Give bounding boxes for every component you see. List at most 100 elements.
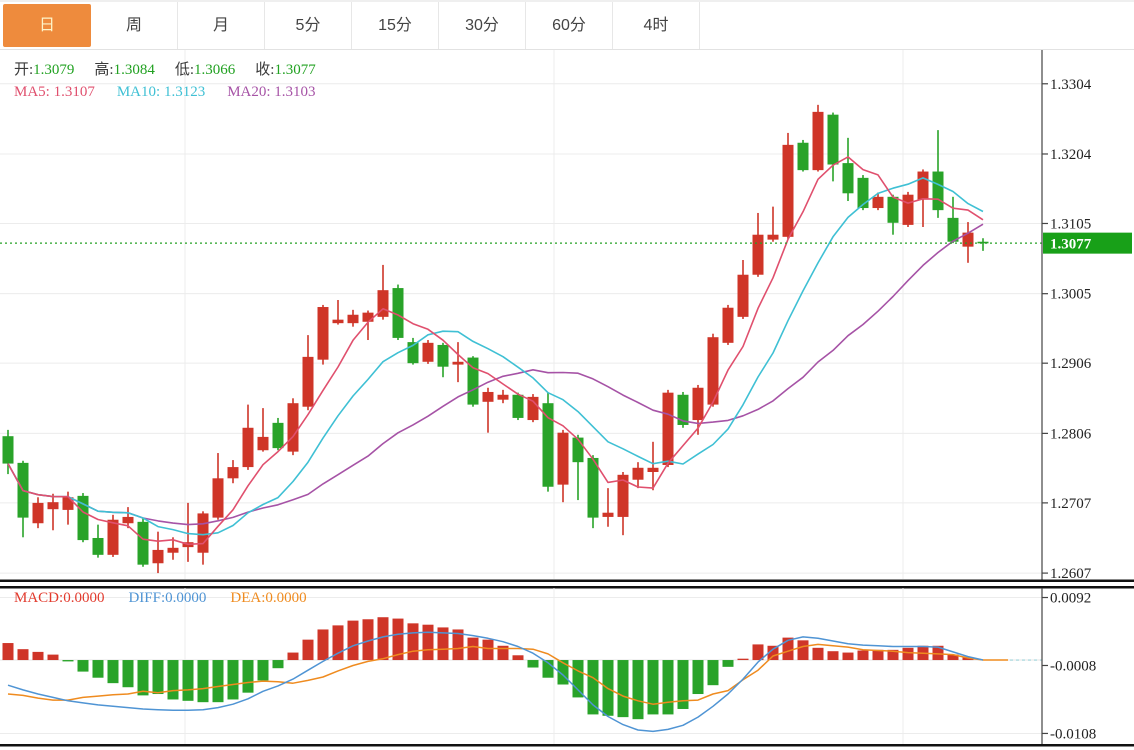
close-label: 收:: [255, 62, 274, 78]
ma20-value: 1.3103: [274, 84, 315, 100]
candle-body: [348, 315, 359, 323]
macd-panel-top-border: [0, 586, 1134, 589]
macd-hist-bar: [3, 643, 14, 660]
candle-body: [798, 143, 809, 170]
macd-hist-bar: [843, 653, 854, 660]
tab-week[interactable]: 周: [91, 2, 178, 49]
macd-readout: MACD:0.0000DIFF:0.0000DEA:0.0000: [14, 590, 331, 607]
macd-hist-bar: [18, 649, 29, 660]
tab-60min[interactable]: 60分: [526, 2, 613, 49]
price-axis-label: 1.3005: [1050, 287, 1091, 303]
price-axis-label: 1.2607: [1050, 566, 1092, 582]
macd-hist-bar: [813, 648, 824, 660]
tab-day[interactable]: 日: [3, 4, 91, 47]
price-axis-label: 1.3304: [1050, 77, 1092, 93]
tab-4hour[interactable]: 4时: [613, 2, 700, 49]
macd-hist-bar: [483, 640, 494, 660]
candle-body: [168, 548, 179, 553]
macd-hist-bar: [858, 651, 869, 661]
low-value: 1.3066: [194, 62, 235, 78]
macd-label: MACD:: [14, 590, 63, 606]
candle-body: [483, 392, 494, 402]
price-axis-label: 1.2806: [1050, 426, 1092, 442]
macd-hist-bar: [663, 660, 674, 714]
macd-panel[interactable]: 0.0092-0.0008-0.0108: [0, 583, 1134, 750]
macd-hist-bar: [168, 660, 179, 699]
candle-body: [948, 218, 959, 242]
macd-hist-bar: [303, 640, 314, 660]
main-candlestick-chart[interactable]: 1.33041.32041.31051.30051.29061.28061.27…: [0, 50, 1134, 583]
candle-body: [438, 345, 449, 367]
high-value: 1.3084: [114, 62, 155, 78]
macd-hist-bar: [258, 660, 269, 680]
candle-body: [603, 513, 614, 517]
macd-panel-bottom-border: [0, 744, 1134, 747]
macd-hist-bar: [738, 659, 749, 660]
macd-hist-bar: [198, 660, 209, 702]
macd-hist-bar: [123, 660, 134, 687]
main-panel-bottom-border: [0, 580, 1134, 583]
ma10-line: [8, 178, 983, 535]
tab-15min[interactable]: 15分: [352, 2, 439, 49]
candle-body: [768, 235, 779, 240]
tab-month[interactable]: 月: [178, 2, 265, 49]
macd-hist-bar: [588, 660, 599, 714]
candle-body: [243, 428, 254, 467]
candle-body: [318, 307, 329, 360]
candle-body: [588, 458, 599, 518]
macd-hist-bar: [228, 660, 239, 699]
macd-hist-bar: [138, 660, 149, 695]
candle-body: [918, 172, 929, 200]
macd-axis-label: 0.0092: [1050, 591, 1091, 607]
candle-body: [213, 478, 224, 517]
candle-body: [888, 197, 899, 223]
candle-body: [453, 362, 464, 365]
candle-body: [903, 195, 914, 225]
candle-body: [138, 522, 149, 565]
macd-hist-bar: [423, 625, 434, 660]
low-label: 低:: [175, 62, 194, 78]
ma10-value: 1.3123: [164, 84, 205, 100]
candle-body: [333, 320, 344, 324]
price-axis-label: 1.3204: [1050, 147, 1092, 163]
macd-hist-bar: [63, 660, 74, 661]
ma5-line: [8, 157, 983, 544]
kline-chart-app: 日周月5分15分30分60分4时 开:1.3079高:1.3084低:1.306…: [0, 0, 1134, 750]
candle-body: [753, 235, 764, 275]
candle-body: [738, 275, 749, 317]
candle-body: [303, 357, 314, 407]
ma-readout: MA5: 1.3107MA10: 1.3123MA20: 1.3103: [14, 84, 338, 101]
macd-hist-bar: [273, 660, 284, 668]
price-axis-label: 1.2707: [1050, 496, 1092, 512]
candle-body: [558, 433, 569, 485]
candle-body: [273, 423, 284, 448]
macd-hist-bar: [828, 651, 839, 660]
macd-hist-bar: [93, 660, 104, 678]
tab-5min[interactable]: 5分: [265, 2, 352, 49]
macd-hist-bar: [243, 660, 254, 693]
tab-30min[interactable]: 30分: [439, 2, 526, 49]
macd-value: 0.0000: [63, 590, 104, 606]
candle-body: [663, 393, 674, 465]
macd-hist-bar: [648, 660, 659, 714]
candle-body: [513, 395, 524, 418]
ma10-label: MA10:: [117, 84, 160, 100]
macd-hist-bar: [318, 629, 329, 660]
candle-body: [228, 467, 239, 478]
macd-hist-bar: [348, 621, 359, 660]
open-label: 开:: [14, 62, 33, 78]
candle-body: [498, 395, 509, 400]
macd-hist-bar: [618, 660, 629, 717]
ma20-line: [8, 224, 983, 524]
macd-hist-bar: [153, 660, 164, 694]
macd-hist-bar: [528, 660, 539, 667]
period-tab-bar: 日周月5分15分30分60分4时: [0, 0, 1134, 50]
close-value: 1.3077: [274, 62, 315, 78]
candle-body: [288, 403, 299, 451]
macd-hist-bar: [723, 660, 734, 667]
open-value: 1.3079: [33, 62, 74, 78]
ma5-label: MA5:: [14, 84, 50, 100]
candle-body: [48, 502, 59, 509]
macd-hist-bar: [753, 644, 764, 660]
candle-body: [828, 115, 839, 165]
